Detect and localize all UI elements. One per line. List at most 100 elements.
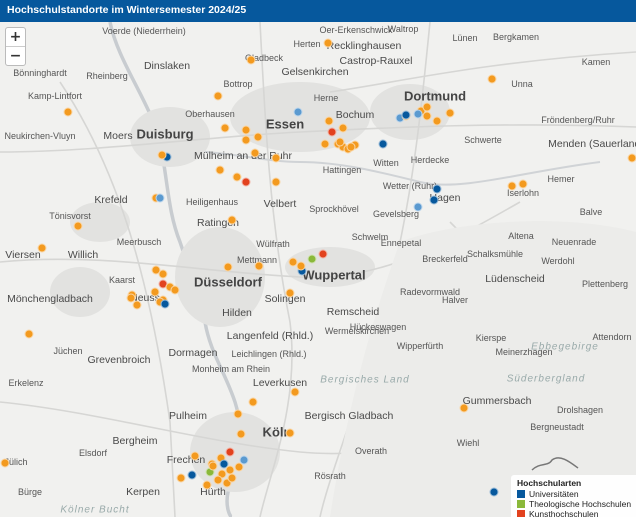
zoom-control: + − [5, 27, 26, 66]
marker-fachhochschule[interactable] [227, 473, 237, 483]
hill-area [330, 221, 636, 517]
marker-fachhochschule[interactable] [223, 262, 233, 272]
marker-fachhochschule[interactable] [213, 91, 223, 101]
marker-fachhochschule[interactable] [37, 243, 47, 253]
marker-fachhochschule[interactable] [285, 428, 295, 438]
marker-fachhochschule[interactable] [296, 261, 306, 271]
marker-kunst[interactable] [327, 127, 337, 137]
marker-fachhochschule[interactable] [208, 461, 218, 471]
marker-fachhochschule[interactable] [487, 74, 497, 84]
marker-fachhochschule[interactable] [445, 108, 455, 118]
city-label-hilden: Hilden [222, 307, 252, 319]
marker-universitaet[interactable] [378, 139, 388, 149]
city-label-juechen: Jüchen [53, 346, 83, 356]
city-label-pulheim: Pulheim [169, 410, 207, 422]
marker-fachhochschule[interactable] [215, 165, 225, 175]
marker-fachhochschule[interactable] [227, 215, 237, 225]
city-label-wetter: Wetter (Ruhr) [382, 181, 438, 191]
marker-fachhochschule[interactable] [176, 473, 186, 483]
marker-fachhochschule[interactable] [250, 148, 260, 158]
marker-universitaet[interactable] [401, 110, 411, 120]
marker-fachhochschule[interactable] [150, 287, 160, 297]
city-label-schalksmuehle: Schalksmühle [466, 249, 524, 259]
marker-fachhochschule[interactable] [324, 116, 334, 126]
marker-fachhochschule[interactable] [202, 480, 212, 490]
marker-universitaet_light[interactable] [413, 202, 423, 212]
marker-fachhochschule[interactable] [246, 55, 256, 65]
marker-fachhochschule[interactable] [290, 387, 300, 397]
marker-universitaet[interactable] [429, 195, 439, 205]
zoom-out-button[interactable]: − [6, 46, 25, 65]
city-label-roesrath: Rösrath [314, 471, 346, 481]
marker-universitaet[interactable] [489, 487, 499, 497]
marker-fachhochschule[interactable] [253, 132, 263, 142]
marker-fachhochschule[interactable] [248, 397, 258, 407]
marker-fachhochschule[interactable] [346, 142, 356, 152]
city-label-kaarst: Kaarst [108, 275, 136, 285]
marker-fachhochschule[interactable] [285, 288, 295, 298]
marker-fachhochschule[interactable] [432, 116, 442, 126]
region-label-suederbergland: Süderbergland [506, 373, 586, 385]
region-label-ebbegebirge: Ebbegebirge [531, 341, 599, 353]
marker-universitaet_light[interactable] [155, 193, 165, 203]
city-label-monheim: Monheim am Rhein [191, 364, 271, 374]
marker-kunst[interactable] [241, 177, 251, 187]
marker-fachhochschule[interactable] [213, 475, 223, 485]
marker-fachhochschule[interactable] [132, 300, 142, 310]
city-label-luedenscheid: Lüdenscheid [485, 273, 545, 285]
marker-fachhochschule[interactable] [63, 107, 73, 117]
marker-fachhochschule[interactable] [220, 123, 230, 133]
marker-universitaet[interactable] [432, 184, 442, 194]
marker-universitaet_light[interactable] [239, 455, 249, 465]
city-label-willich: Willich [67, 249, 99, 261]
marker-fachhochschule[interactable] [459, 403, 469, 413]
title-bar: Hochschulstandorte im Wintersemester 202… [0, 0, 636, 22]
city-label-bergneustadt: Bergneustadt [530, 422, 584, 432]
marker-universitaet_light[interactable] [293, 107, 303, 117]
marker-universitaet[interactable] [160, 299, 170, 309]
marker-fachhochschule[interactable] [0, 458, 10, 468]
marker-kunst[interactable] [225, 447, 235, 457]
marker-theologisch[interactable] [307, 254, 317, 264]
marker-fachhochschule[interactable] [288, 257, 298, 267]
marker-fachhochschule[interactable] [241, 135, 251, 145]
map-canvas[interactable]: Duisburg Essen Dortmund Düsseldorf Wuppe… [0, 22, 636, 517]
city-label-hattingen: Hattingen [322, 165, 362, 175]
marker-fachhochschule[interactable] [323, 38, 333, 48]
city-label-voerde: Voerde (Niederrhein) [102, 26, 186, 36]
marker-fachhochschule[interactable] [241, 125, 251, 135]
marker-fachhochschule[interactable] [518, 179, 528, 189]
marker-fachhochschule[interactable] [158, 269, 168, 279]
marker-fachhochschule[interactable] [271, 177, 281, 187]
marker-fachhochschule[interactable] [254, 261, 264, 271]
zoom-in-button[interactable]: + [6, 28, 25, 46]
marker-universitaet[interactable] [187, 470, 197, 480]
marker-fachhochschule[interactable] [190, 451, 200, 461]
marker-fachhochschule[interactable] [507, 181, 517, 191]
marker-kunst[interactable] [318, 249, 328, 259]
city-label-overath: Overath [354, 446, 388, 456]
marker-fachhochschule[interactable] [236, 429, 246, 439]
city-label-gummersbach: Gummersbach [462, 395, 532, 407]
marker-fachhochschule[interactable] [232, 172, 242, 182]
marker-fachhochschule[interactable] [233, 409, 243, 419]
marker-fachhochschule[interactable] [338, 123, 348, 133]
marker-fachhochschule[interactable] [627, 153, 636, 163]
marker-fachhochschule[interactable] [320, 139, 330, 149]
marker-fachhochschule[interactable] [157, 150, 167, 160]
marker-fachhochschule[interactable] [422, 102, 432, 112]
marker-fachhochschule[interactable] [335, 137, 345, 147]
city-label-viersen: Viersen [5, 249, 41, 261]
marker-fachhochschule[interactable] [271, 153, 281, 163]
marker-universitaet_light[interactable] [413, 109, 423, 119]
city-label-bergheim: Bergheim [112, 435, 158, 447]
marker-fachhochschule[interactable] [422, 111, 432, 121]
marker-fachhochschule[interactable] [73, 221, 83, 231]
city-label-heiligenhaus: Heiligenhaus [185, 197, 239, 207]
marker-fachhochschule[interactable] [24, 329, 34, 339]
city-label-moenchengladbach: Mönchengladbach [7, 293, 93, 305]
marker-fachhochschule[interactable] [170, 285, 180, 295]
city-label-elsdorf: Elsdorf [78, 448, 108, 458]
marker-fachhochschule[interactable] [126, 293, 136, 303]
map-app: Hochschulstandorte im Wintersemester 202… [0, 0, 636, 517]
